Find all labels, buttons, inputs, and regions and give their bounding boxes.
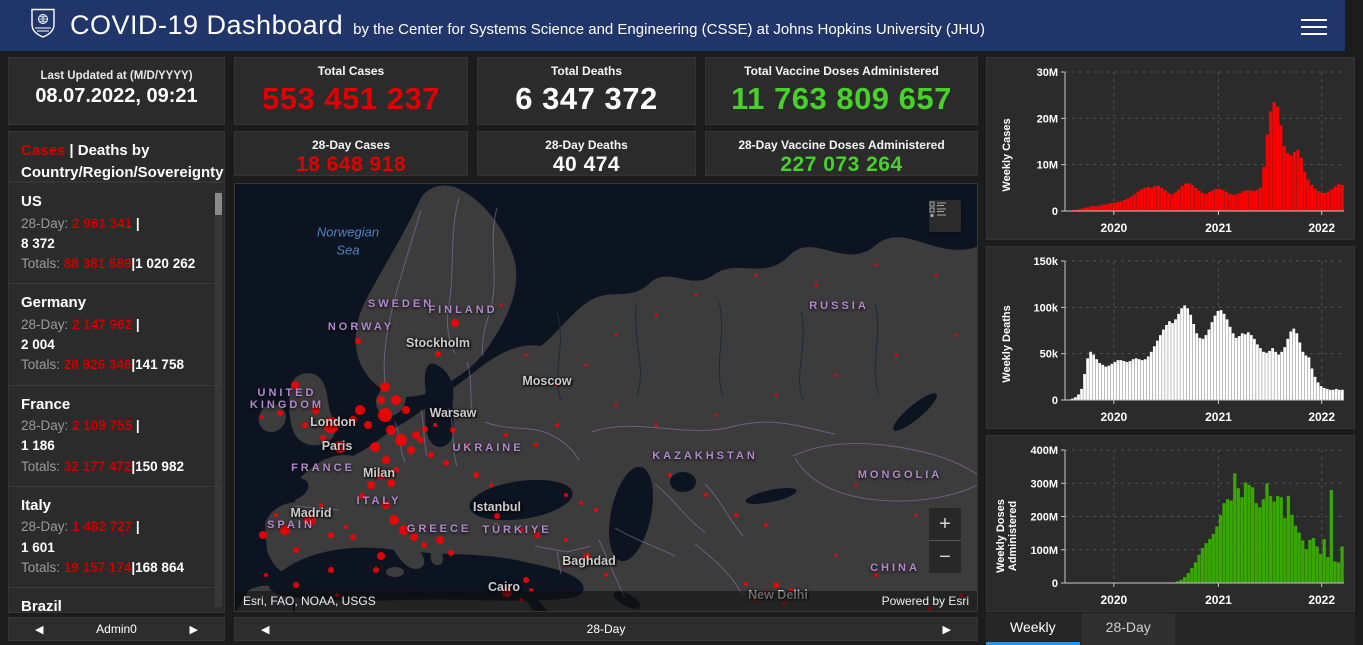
- list-scrollbar[interactable]: [215, 191, 222, 607]
- total-deaths-label: Total Deaths: [550, 64, 623, 78]
- svg-text:50k: 50k: [1040, 349, 1059, 361]
- chart-period-tabbar: Weekly 28-Day: [986, 613, 1355, 645]
- svg-text:0: 0: [1052, 395, 1058, 407]
- pager-right-icon[interactable]: ▶: [943, 623, 951, 636]
- jhu-shield-logo: [30, 8, 56, 43]
- total-cases-panel: Total Cases 553 451 237: [234, 57, 468, 125]
- page-title: COVID-19 Dashboard: [70, 10, 344, 40]
- svg-text:100M: 100M: [1030, 545, 1058, 557]
- svg-text:2021: 2021: [1205, 410, 1232, 424]
- svg-text:2020: 2020: [1100, 221, 1127, 235]
- weekly-cases-chart: Weekly Cases 0 10M 20M 30M 2020 2021 2022: [986, 57, 1355, 240]
- powered-by-esri: Powered by Esri: [881, 594, 969, 608]
- last-updated-value: 08.07.2022, 09:21: [35, 85, 198, 107]
- zoom-in-button[interactable]: +: [929, 508, 961, 541]
- svg-text:2020: 2020: [1100, 593, 1127, 607]
- legend-list-icon[interactable]: [929, 200, 961, 232]
- svg-text:2021: 2021: [1205, 593, 1232, 607]
- weekly-cases-plot: 0 10M 20M 30M 2020 2021 2022: [1037, 67, 1344, 235]
- country-list-item-italy[interactable]: Italy 28-Day: 1 482 727 | 1 601 Totals: …: [9, 487, 224, 588]
- app-header: COVID-19 Dashboard by the Center for Sys…: [0, 0, 1345, 51]
- weekly-deaths-plot: 0 50k 100k 150k 2020 2021 2022: [1034, 256, 1344, 424]
- list-scrollbar-thumb[interactable]: [215, 193, 222, 215]
- 28day-cases-value: 18 648 918: [295, 153, 407, 176]
- weekly-doses-chart: Weekly Doses Administered 0 100M 200M 300M 4…: [986, 435, 1355, 612]
- 28day-deaths-panel: 28-Day Deaths 40 474: [477, 131, 696, 176]
- last-updated-panel: Last Updated at (M/D/YYYY) 08.07.2022, 0…: [8, 57, 225, 125]
- weekly-doses-axis-label: Weekly Doses Administered: [995, 498, 1019, 573]
- svg-text:2020: 2020: [1100, 410, 1127, 424]
- country-list-item-us[interactable]: US 28-Day: 2 961 341 | 8 372 Totals: 88 …: [9, 183, 224, 285]
- svg-text:200M: 200M: [1030, 512, 1058, 524]
- last-updated-label: Last Updated at (M/D/YYYY): [40, 70, 193, 82]
- map-attribution: Esri, FAO, NOAA, USGS Powered by Esri: [235, 591, 977, 611]
- covid-dashboard: COVID-19 Dashboard by the Center for Sys…: [0, 0, 1363, 645]
- 28day-cases-panel: 28-Day Cases 18 648 918: [234, 131, 468, 176]
- total-deaths-value: 6 347 372: [515, 81, 658, 116]
- pager-right-icon[interactable]: ▶: [190, 623, 198, 636]
- weekly-cases-axis-label: Weekly Cases: [1001, 117, 1013, 192]
- svg-text:2021: 2021: [1205, 221, 1232, 235]
- svg-text:0: 0: [1052, 578, 1058, 590]
- weekly-deaths-axis-label: Weekly Deaths: [1001, 304, 1013, 383]
- svg-text:150k: 150k: [1034, 256, 1059, 268]
- tab-28day[interactable]: 28-Day: [1081, 613, 1175, 645]
- svg-text:10M: 10M: [1037, 160, 1058, 172]
- admin-level-pager: ◀ Admin0 ▶: [8, 617, 225, 641]
- svg-text:2022: 2022: [1308, 593, 1335, 607]
- world-map[interactable]: Norwegian Sea SWEDEN FINLAND NORWAY RUSSIA UN…: [234, 183, 978, 612]
- svg-text:2022: 2022: [1308, 221, 1335, 235]
- page-subtitle: by the Center for Systems Science and En…: [353, 21, 986, 38]
- hamburger-menu-icon[interactable]: [1301, 14, 1327, 36]
- 28day-cases-label: 28-Day Cases: [311, 138, 391, 152]
- map-canvas[interactable]: [235, 184, 978, 612]
- svg-text:2022: 2022: [1308, 410, 1335, 424]
- svg-text:20M: 20M: [1037, 113, 1058, 125]
- svg-text:300M: 300M: [1030, 478, 1058, 490]
- map-pager-label: 28-Day: [586, 622, 626, 636]
- zoom-out-button[interactable]: −: [929, 541, 961, 573]
- svg-text:0: 0: [1052, 206, 1058, 218]
- total-cases-value: 553 451 237: [262, 81, 440, 116]
- total-vaccine-panel: Total Vaccine Doses Administered 11 763 …: [705, 57, 978, 125]
- svg-text:100k: 100k: [1034, 302, 1059, 314]
- 28day-vaccine-panel: 28-Day Vaccine Doses Administered 227 07…: [705, 131, 978, 176]
- map-period-pager: ◀ 28-Day ▶: [234, 617, 978, 641]
- 28day-vaccine-label: 28-Day Vaccine Doses Administered: [738, 138, 945, 152]
- svg-text:400M: 400M: [1030, 445, 1058, 457]
- 28day-vaccine-value: 227 073 264: [780, 153, 903, 176]
- attribution-sources: Esri, FAO, NOAA, USGS: [243, 594, 376, 608]
- pager-left-icon[interactable]: ◀: [261, 623, 269, 636]
- total-vaccine-value: 11 763 809 657: [731, 81, 952, 116]
- total-vaccine-label: Total Vaccine Doses Administered: [744, 64, 939, 78]
- country-list-header: Cases | Deaths by Country/Region/Sovereig…: [21, 142, 224, 181]
- pager-left-icon[interactable]: ◀: [35, 623, 43, 636]
- total-deaths-panel: Total Deaths 6 347 372: [477, 57, 696, 125]
- country-list-item-brazil[interactable]: Brazil 28-Day: 1 371 903 | 5 143: [9, 588, 224, 612]
- country-list-item-france[interactable]: France 28-Day: 2 109 755 | 1 186 Totals:…: [9, 386, 224, 487]
- 28day-deaths-label: 28-Day Deaths: [545, 138, 628, 152]
- total-cases-label: Total Cases: [317, 64, 385, 78]
- country-list-header-panel: Cases | Deaths by Country/Region/Sovereig…: [8, 131, 225, 182]
- map-zoom-control: + −: [929, 508, 961, 573]
- country-list-item-germany[interactable]: Germany 28-Day: 2 147 962 | 2 004 Totals…: [9, 284, 224, 386]
- 28day-deaths-value: 40 474: [552, 153, 621, 176]
- weekly-deaths-chart: Weekly Deaths 0 50k 100k 150k 2020 2021 2022: [986, 246, 1355, 429]
- country-list[interactable]: US 28-Day: 2 961 341 | 8 372 Totals: 88 …: [8, 182, 225, 613]
- svg-text:30M: 30M: [1037, 67, 1058, 79]
- weekly-doses-plot: 0 100M 200M 300M 400M 2020 2021 2022: [1030, 445, 1344, 607]
- tab-weekly[interactable]: Weekly: [986, 613, 1080, 645]
